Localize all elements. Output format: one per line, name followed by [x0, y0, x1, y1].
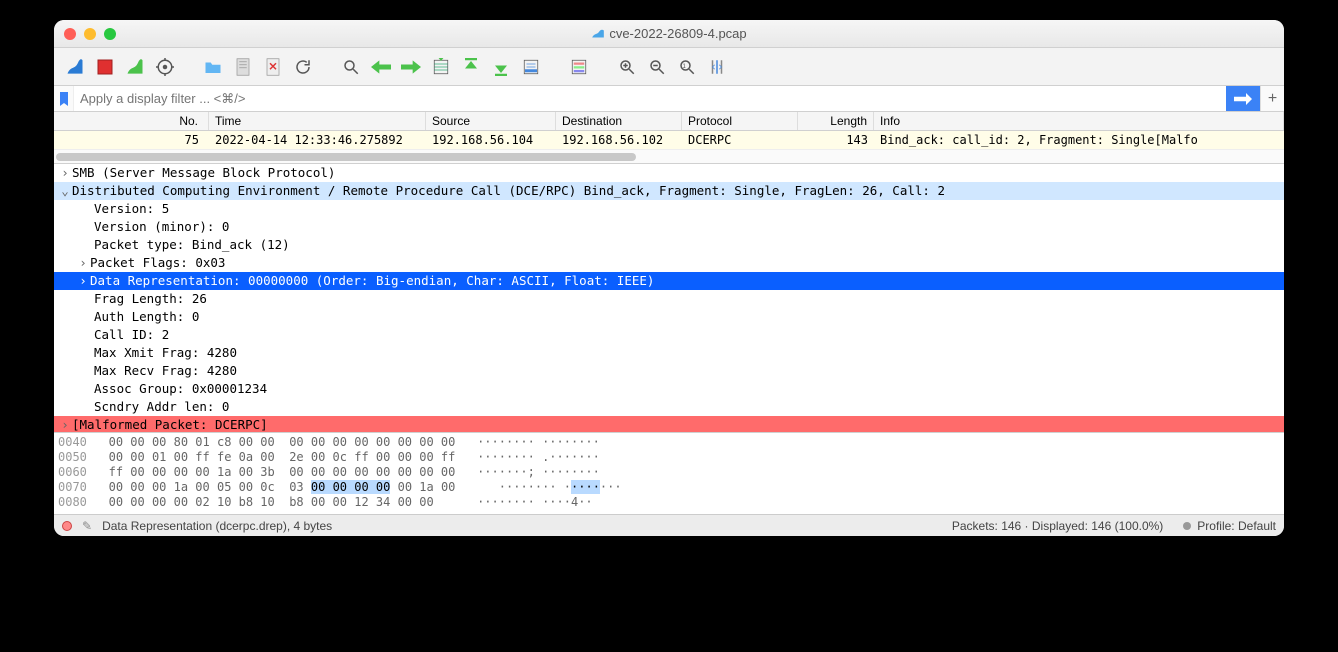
- tree-smb[interactable]: ›SMB (Server Message Block Protocol): [54, 164, 1284, 182]
- packet-details-pane[interactable]: ›SMB (Server Message Block Protocol) ⌄Di…: [54, 164, 1284, 432]
- packet-list-scrollbar[interactable]: [54, 149, 1284, 163]
- go-back-icon[interactable]: [368, 54, 394, 80]
- tree-call-id[interactable]: Call ID: 2: [54, 326, 1284, 344]
- status-packets: Packets: 146 · Displayed: 146 (100.0%): [952, 519, 1163, 533]
- stop-capture-icon[interactable]: [92, 54, 118, 80]
- tree-dcerpc[interactable]: ⌄Distributed Computing Environment / Rem…: [54, 182, 1284, 200]
- col-header-no[interactable]: No.: [54, 112, 209, 130]
- hex-row: 0040 00 00 00 80 01 c8 00 00 00 00 00 00…: [58, 435, 1280, 450]
- go-forward-icon[interactable]: [398, 54, 424, 80]
- capture-options-icon[interactable]: [152, 54, 178, 80]
- resize-columns-icon[interactable]: [704, 54, 730, 80]
- zoom-button[interactable]: [104, 28, 116, 40]
- col-header-protocol[interactable]: Protocol: [682, 112, 798, 130]
- window-controls: [64, 28, 116, 40]
- status-bar: ✎ Data Representation (dcerpc.drep), 4 b…: [54, 514, 1284, 536]
- display-filter-input[interactable]: [74, 86, 1226, 111]
- go-to-packet-icon[interactable]: [428, 54, 454, 80]
- find-icon[interactable]: [338, 54, 364, 80]
- packet-list-pane[interactable]: No. Time Source Destination Protocol Len…: [54, 112, 1284, 164]
- hex-row: 0050 00 00 01 00 ff fe 0a 00 2e 00 0c ff…: [58, 450, 1280, 465]
- zoom-out-icon[interactable]: [644, 54, 670, 80]
- packet-bytes-pane[interactable]: 0040 00 00 00 80 01 c8 00 00 00 00 00 00…: [54, 432, 1284, 514]
- filter-add-button[interactable]: +: [1260, 86, 1284, 111]
- colorize-icon[interactable]: [566, 54, 592, 80]
- status-profile[interactable]: Profile: Default: [1197, 519, 1276, 533]
- hex-row: 0070 00 00 00 1a 00 05 00 0c 03 00 00 00…: [58, 480, 1280, 495]
- tree-assoc[interactable]: Assoc Group: 0x00001234: [54, 380, 1284, 398]
- tree-version[interactable]: Version: 5: [54, 200, 1284, 218]
- tree-packet-type[interactable]: Packet type: Bind_ack (12): [54, 236, 1284, 254]
- expert-info-icon[interactable]: [62, 521, 72, 531]
- col-header-info[interactable]: Info: [874, 112, 1284, 130]
- tree-version-minor[interactable]: Version (minor): 0: [54, 218, 1284, 236]
- hex-row: 0080 00 00 00 00 02 10 b8 10 b8 00 00 12…: [58, 495, 1280, 510]
- edit-icon[interactable]: ✎: [82, 519, 92, 533]
- col-header-destination[interactable]: Destination: [556, 112, 682, 130]
- tree-frag-len[interactable]: Frag Length: 26: [54, 290, 1284, 308]
- col-header-source[interactable]: Source: [426, 112, 556, 130]
- restart-capture-icon[interactable]: [122, 54, 148, 80]
- close-file-icon[interactable]: [260, 54, 286, 80]
- profile-dot-icon: [1183, 522, 1191, 530]
- col-header-length[interactable]: Length: [798, 112, 874, 130]
- tree-malformed[interactable]: ›[Malformed Packet: DCERPC]: [54, 416, 1284, 432]
- zoom-in-icon[interactable]: [614, 54, 640, 80]
- go-first-icon[interactable]: [458, 54, 484, 80]
- col-header-time[interactable]: Time: [209, 112, 426, 130]
- packet-length: 143: [798, 131, 874, 149]
- shark-fin-icon[interactable]: [62, 54, 88, 80]
- tree-max-xmit[interactable]: Max Xmit Frag: 4280: [54, 344, 1284, 362]
- open-file-icon[interactable]: [200, 54, 226, 80]
- packet-info: Bind_ack: call_id: 2, Fragment: Single[M…: [874, 131, 1284, 149]
- display-filter-bar: +: [54, 86, 1284, 112]
- packet-source: 192.168.56.104: [426, 131, 556, 149]
- app-window: cve-2022-26809-4.pcap: [54, 20, 1284, 536]
- zoom-reset-icon[interactable]: 1: [674, 54, 700, 80]
- reload-icon[interactable]: [290, 54, 316, 80]
- minimize-button[interactable]: [84, 28, 96, 40]
- save-file-icon[interactable]: [230, 54, 256, 80]
- hex-row: 0060 ff 00 00 00 00 1a 00 3b 00 00 00 00…: [58, 465, 1280, 480]
- packet-protocol: DCERPC: [682, 131, 798, 149]
- filter-apply-button[interactable]: [1226, 86, 1260, 111]
- svg-text:1: 1: [683, 63, 687, 69]
- tree-auth-len[interactable]: Auth Length: 0: [54, 308, 1284, 326]
- go-last-icon[interactable]: [488, 54, 514, 80]
- packet-list-headers[interactable]: No. Time Source Destination Protocol Len…: [54, 112, 1284, 131]
- titlebar: cve-2022-26809-4.pcap: [54, 20, 1284, 48]
- main-toolbar: 1: [54, 48, 1284, 86]
- wireshark-fin-icon: [591, 27, 605, 41]
- tree-data-representation[interactable]: ›Data Representation: 00000000 (Order: B…: [54, 272, 1284, 290]
- filter-bookmark-icon[interactable]: [54, 86, 74, 111]
- tree-packet-flags[interactable]: ›Packet Flags: 0x03: [54, 254, 1284, 272]
- packet-no: 75: [54, 131, 209, 149]
- status-field: Data Representation (dcerpc.drep), 4 byt…: [102, 519, 332, 533]
- auto-scroll-icon[interactable]: [518, 54, 544, 80]
- tree-scndry[interactable]: Scndry Addr len: 0: [54, 398, 1284, 416]
- tree-max-recv[interactable]: Max Recv Frag: 4280: [54, 362, 1284, 380]
- packet-time: 2022-04-14 12:33:46.275892: [209, 131, 426, 149]
- window-title: cve-2022-26809-4.pcap: [54, 26, 1284, 41]
- packet-row[interactable]: 75 2022-04-14 12:33:46.275892 192.168.56…: [54, 131, 1284, 149]
- close-button[interactable]: [64, 28, 76, 40]
- packet-destination: 192.168.56.102: [556, 131, 682, 149]
